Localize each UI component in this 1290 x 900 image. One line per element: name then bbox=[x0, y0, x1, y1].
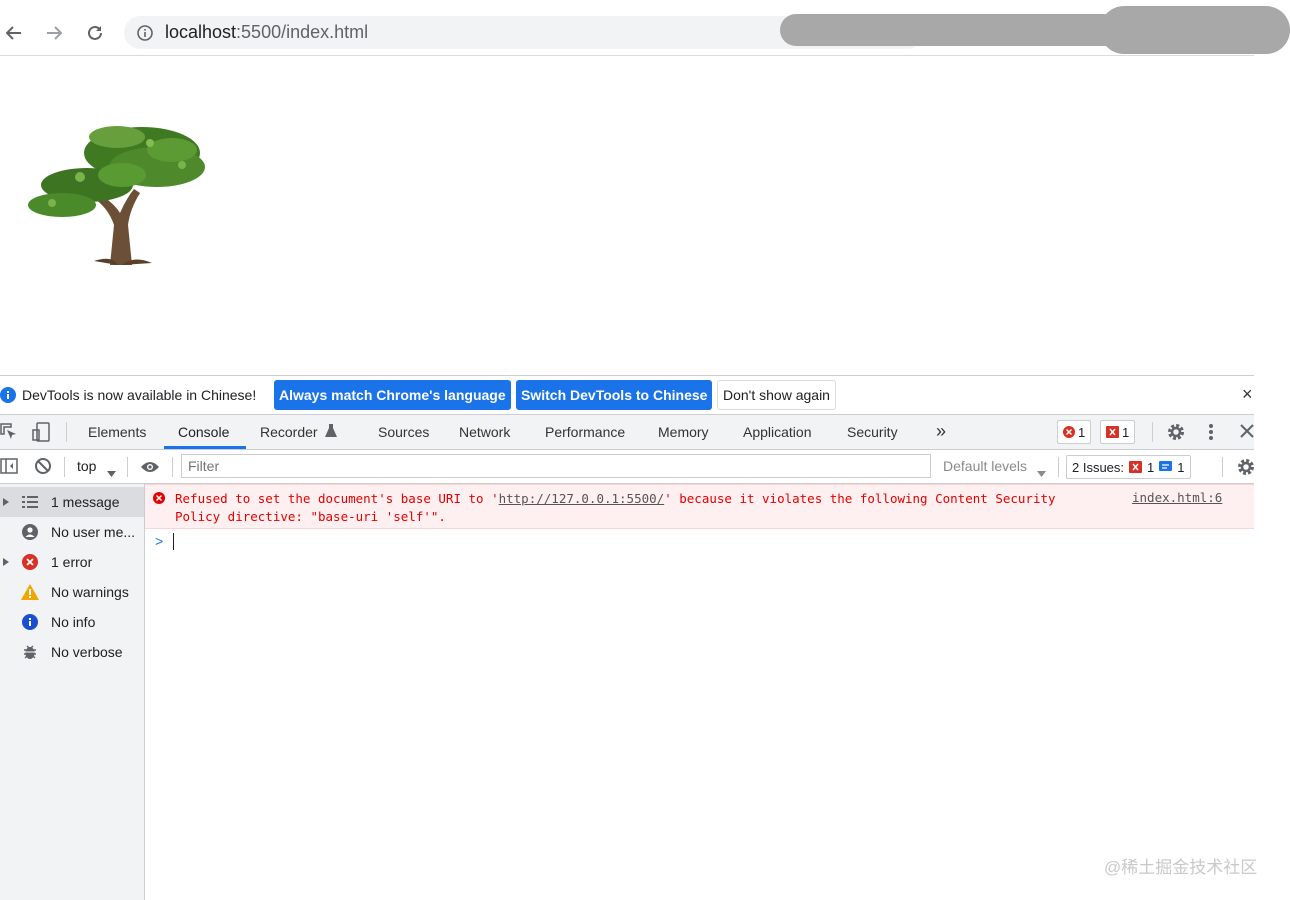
issue-error-icon bbox=[1106, 426, 1119, 438]
sidebar-item-label: No user me... bbox=[51, 524, 136, 540]
tab-application[interactable]: Application bbox=[743, 424, 812, 440]
url-path: :5500/index.html bbox=[236, 22, 369, 42]
log-levels-dropdown[interactable]: Default levels bbox=[943, 458, 1027, 474]
tab-elements[interactable]: Elements bbox=[88, 424, 146, 440]
clear-console-icon[interactable] bbox=[34, 457, 52, 480]
tab-network[interactable]: Network bbox=[459, 424, 510, 440]
forward-button[interactable] bbox=[42, 21, 66, 45]
info-icon bbox=[21, 613, 39, 631]
issue-error-icon bbox=[1129, 461, 1143, 473]
error-count: 1 bbox=[1078, 424, 1086, 440]
devtools-tabbar: Elements Console Recorder Sources Networ… bbox=[0, 415, 1254, 450]
more-options-icon[interactable] bbox=[1208, 423, 1214, 446]
filter-input[interactable]: Filter bbox=[181, 454, 931, 478]
issues-error-count: 1 bbox=[1147, 459, 1155, 475]
issues-counter[interactable]: 1 bbox=[1100, 420, 1136, 444]
arrow-right-icon bbox=[47, 26, 63, 40]
issue-count: 1 bbox=[1122, 424, 1130, 440]
sidebar-item-label: No verbose bbox=[51, 644, 123, 660]
settings-gear-icon[interactable] bbox=[1166, 422, 1186, 447]
console-input-caret[interactable] bbox=[173, 533, 174, 550]
tree-image bbox=[22, 115, 210, 267]
bug-icon bbox=[21, 643, 39, 661]
chevron-down-icon[interactable] bbox=[107, 464, 116, 482]
sidebar-item-user-messages[interactable]: No user me... bbox=[0, 517, 144, 547]
url-host: localhost bbox=[165, 22, 237, 42]
close-devtools-icon[interactable] bbox=[1240, 424, 1254, 443]
infobar-message: DevTools is now available in Chinese! bbox=[22, 387, 257, 403]
sidebar-item-verbose[interactable]: No verbose bbox=[0, 637, 144, 667]
console-sidebar: 1 message No user me... 1 error No warni… bbox=[0, 484, 145, 900]
back-button[interactable] bbox=[2, 21, 26, 45]
user-icon bbox=[21, 523, 39, 541]
tab-memory[interactable]: Memory bbox=[658, 424, 709, 440]
tab-security[interactable]: Security bbox=[847, 424, 898, 440]
console-prompt-chevron-icon: > bbox=[155, 533, 164, 549]
sidebar-item-label: No warnings bbox=[51, 584, 129, 600]
flask-icon bbox=[325, 424, 338, 437]
error-text-start: Refused to set the document's base URI t… bbox=[175, 491, 499, 506]
issues-label: 2 Issues: bbox=[1072, 459, 1125, 475]
info-circle-icon[interactable] bbox=[136, 24, 154, 47]
sidebar-item-info[interactable]: No info bbox=[0, 607, 144, 637]
sidebar-item-label: 1 error bbox=[51, 554, 93, 570]
browser-toolbar: localhost:5500/index.html bbox=[0, 0, 1290, 56]
inspect-element-icon[interactable] bbox=[0, 423, 18, 446]
issue-info-icon bbox=[1159, 461, 1173, 471]
error-url-link[interactable]: http://127.0.0.1:5500/ bbox=[499, 491, 665, 506]
error-icon bbox=[1063, 426, 1075, 438]
url-text[interactable]: localhost:5500/index.html bbox=[165, 22, 368, 43]
error-icon bbox=[153, 491, 165, 509]
error-text: Refused to set the document's base URI t… bbox=[175, 490, 1075, 526]
tab-performance[interactable]: Performance bbox=[545, 424, 625, 440]
reload-icon bbox=[88, 25, 102, 40]
tab-sources[interactable]: Sources bbox=[378, 424, 429, 440]
redacted-area bbox=[1100, 6, 1290, 54]
devtools-panel: DevTools is now available in Chinese! Al… bbox=[0, 375, 1254, 900]
always-match-language-button[interactable]: Always match Chrome's language bbox=[274, 380, 511, 410]
arrow-left-icon bbox=[5, 26, 21, 40]
issues-button[interactable]: 2 Issues: 1 1 bbox=[1066, 455, 1191, 479]
list-icon bbox=[21, 493, 39, 511]
error-source-link[interactable]: index.html:6 bbox=[1132, 490, 1222, 505]
tab-console[interactable]: Console bbox=[178, 424, 229, 440]
live-expression-eye-icon[interactable] bbox=[140, 460, 160, 479]
devtools-language-infobar: DevTools is now available in Chinese! Al… bbox=[0, 376, 1254, 415]
device-toolbar-icon[interactable] bbox=[32, 422, 52, 447]
sidebar-item-label: 1 message bbox=[51, 494, 120, 510]
sidebar-item-label: No info bbox=[51, 614, 96, 630]
issues-info-count: 1 bbox=[1177, 459, 1185, 475]
sidebar-item-warnings[interactable]: No warnings bbox=[0, 577, 144, 607]
tab-recorder[interactable]: Recorder bbox=[260, 424, 338, 440]
show-sidebar-icon[interactable] bbox=[0, 458, 18, 479]
reload-button[interactable] bbox=[83, 21, 107, 45]
warning-icon bbox=[21, 583, 39, 601]
close-infobar-icon[interactable]: × bbox=[1242, 384, 1253, 405]
tab-recorder-label: Recorder bbox=[260, 424, 318, 440]
dont-show-again-button[interactable]: Don't show again bbox=[717, 380, 836, 410]
console-toolbar: top Filter Default levels 2 Issues: 1 1 bbox=[0, 450, 1254, 484]
sidebar-item-messages[interactable]: 1 message bbox=[0, 487, 144, 517]
error-icon bbox=[21, 553, 39, 571]
context-selector[interactable]: top bbox=[77, 458, 96, 474]
console-error-message[interactable]: Refused to set the document's base URI t… bbox=[145, 484, 1254, 529]
watermark: @稀土掘金技术社区 bbox=[1104, 858, 1258, 877]
chevron-down-icon[interactable] bbox=[1037, 464, 1046, 482]
more-tabs-icon[interactable]: » bbox=[936, 421, 946, 442]
info-icon bbox=[0, 387, 16, 408]
switch-to-chinese-button[interactable]: Switch DevTools to Chinese bbox=[516, 380, 713, 410]
sidebar-item-errors[interactable]: 1 error bbox=[0, 547, 144, 577]
error-counter[interactable]: 1 bbox=[1057, 420, 1092, 444]
console-settings-gear-icon[interactable] bbox=[1236, 457, 1256, 482]
